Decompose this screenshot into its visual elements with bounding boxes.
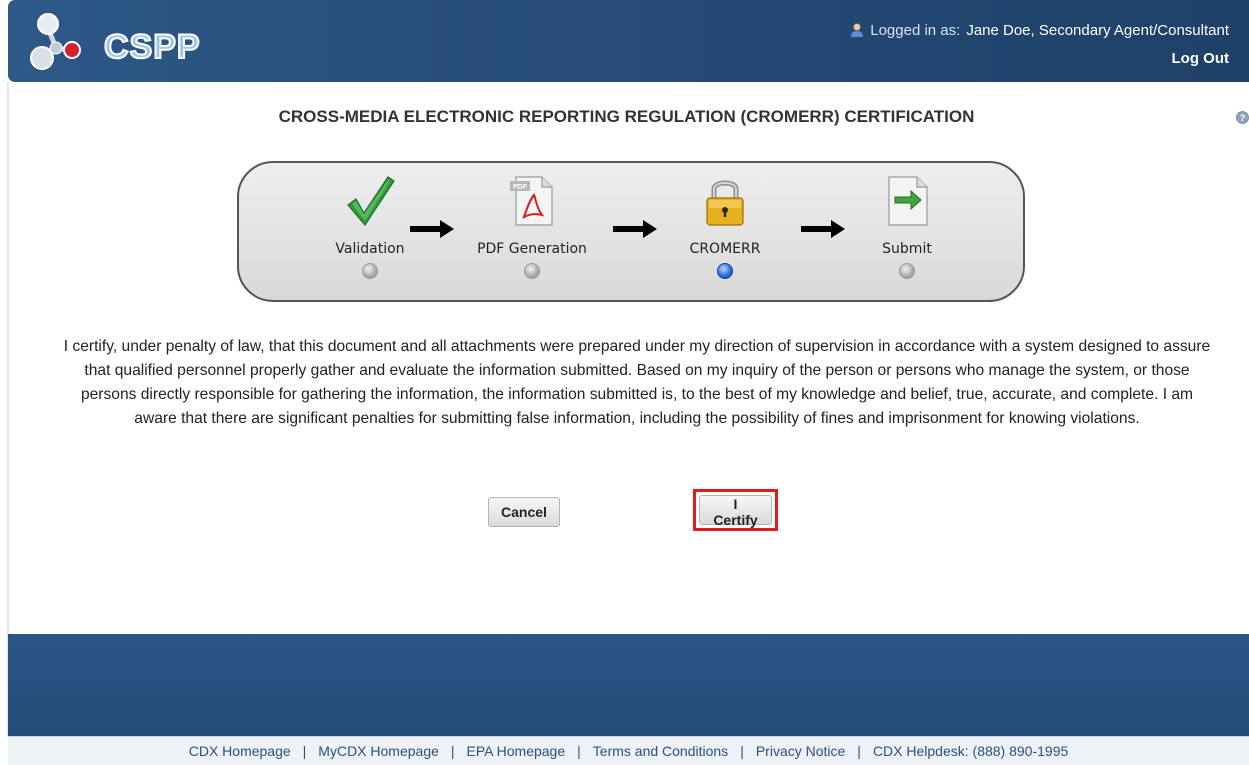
logo-text: CSPP: [103, 27, 201, 67]
user-name: Jane Doe, Secondary Agent/Consultant: [966, 22, 1229, 39]
header-bar: CSPP Logged in as: Jane Doe, Secondary A…: [8, 0, 1249, 82]
checkmark-icon: [347, 176, 395, 226]
footer-separator: |: [857, 743, 861, 759]
mycdx-homepage-link[interactable]: MyCDX Homepage: [318, 743, 439, 759]
arrow-right-icon: [410, 220, 454, 238]
footer-band: [8, 634, 1249, 736]
step-indicator: [362, 263, 378, 279]
footer-links: CDX Homepage | MyCDX Homepage | EPA Home…: [8, 736, 1249, 765]
privacy-notice-link[interactable]: Privacy Notice: [756, 743, 845, 759]
help-icon[interactable]: ?: [1236, 111, 1249, 124]
molecule-icon: [30, 13, 81, 70]
logout-link[interactable]: Log Out: [1172, 50, 1229, 67]
cdx-helpdesk-link[interactable]: CDX Helpdesk: (888) 890-1995: [873, 743, 1068, 759]
pdf-icon: PDF: [510, 176, 553, 226]
page-title: CROSS-MEDIA ELECTRONIC REPORTING REGULAT…: [278, 107, 975, 126]
cancel-button[interactable]: Cancel: [488, 497, 560, 527]
terms-and-conditions-link[interactable]: Terms and Conditions: [593, 743, 728, 759]
step-indicator: [899, 263, 915, 279]
footer-separator: |: [740, 743, 744, 759]
footer-separator: |: [450, 743, 455, 759]
login-status: Logged in as: Jane Doe, Secondary Agent/…: [850, 22, 1229, 39]
lock-icon: [706, 180, 744, 226]
epa-homepage-link[interactable]: EPA Homepage: [467, 743, 566, 759]
step-cromerr: CROMERR: [655, 175, 795, 279]
footer-separator: |: [577, 743, 581, 759]
step-indicator: [524, 263, 540, 279]
step-pdf-generation: PDF PDF Generation: [462, 175, 602, 279]
step-label: CROMERR: [689, 241, 761, 257]
certification-statement: I certify, under penalty of law, that th…: [63, 338, 1211, 427]
step-label: Submit: [882, 241, 932, 257]
submit-document-icon: [888, 176, 928, 226]
step-submit: Submit: [837, 175, 977, 279]
arrow-right-icon: [613, 220, 657, 238]
login-prefix: Logged in as:: [870, 22, 961, 39]
step-label: Validation: [335, 241, 405, 257]
cdx-homepage-link[interactable]: CDX Homepage: [189, 743, 291, 759]
svg-text:?: ?: [1240, 113, 1246, 123]
footer-separator: |: [302, 743, 307, 759]
cspp-logo[interactable]: CSPP: [26, 10, 216, 72]
progress-tracker: Validation PDF PDF Generation CROMERR Su…: [237, 161, 1025, 302]
step-indicator-active: [717, 263, 733, 279]
step-label: PDF Generation: [477, 241, 587, 257]
user-icon: [850, 23, 864, 38]
pdf-badge: PDF: [513, 184, 528, 191]
i-certify-button[interactable]: I Certify: [699, 495, 772, 528]
